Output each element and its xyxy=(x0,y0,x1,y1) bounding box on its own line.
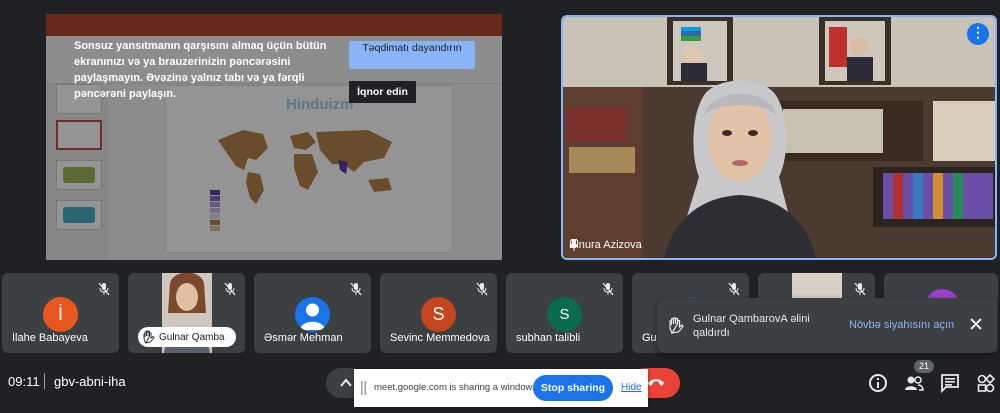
speaker-tile[interactable]: ⋮ Elnura Azizova xyxy=(561,15,997,260)
speaker-video xyxy=(563,17,995,258)
participant-tile[interactable]: İ İlahe Babayeva xyxy=(2,273,119,353)
current-time: 09:11 xyxy=(8,374,40,389)
avatar: İ xyxy=(43,297,78,332)
divider xyxy=(44,373,45,389)
person-icon xyxy=(300,303,325,330)
hand-icon xyxy=(143,330,155,344)
ignore-button[interactable]: İqnor edin xyxy=(349,81,416,103)
mic-off-icon xyxy=(854,282,866,296)
mic-off-icon xyxy=(350,282,362,296)
mic-off-icon xyxy=(476,282,488,296)
mic-off-icon xyxy=(224,282,236,296)
end-call-icon xyxy=(648,379,664,386)
participant-tile[interactable]: S Sevinc Memmedova xyxy=(380,273,497,353)
hand-icon xyxy=(669,317,684,334)
participant-tile[interactable]: S subhan talibli xyxy=(506,273,623,353)
participant-name: Gu xyxy=(642,332,657,344)
hide-link[interactable]: Hide xyxy=(621,382,642,393)
screen-share-bar: meet.google.com is sharing a window. Sto… xyxy=(354,369,648,407)
avatar: S xyxy=(547,297,582,332)
participant-count-badge: 21 xyxy=(914,360,934,373)
speaker-name-label: Elnura Azizova xyxy=(569,239,642,251)
avatar: S xyxy=(421,297,456,332)
activities-icon[interactable] xyxy=(976,373,996,393)
participant-name: subhan talibli xyxy=(516,332,581,344)
raised-hand-notification: Gulnar QambarovA əlini qaldırdı Növbə si… xyxy=(657,298,997,353)
avatar xyxy=(295,297,330,332)
participant-tile[interactable]: Əsmər Mehman xyxy=(254,273,371,353)
close-icon[interactable] xyxy=(969,317,983,331)
chat-icon[interactable] xyxy=(940,373,960,393)
presentation-tile: Hinduizm Sonsuz yansıtmanın qarşısını al… xyxy=(46,14,502,260)
infinite-mirror-warning: Sonsuz yansıtmanın qarşısını almaq üçün … xyxy=(74,40,327,100)
notification-message: Gulnar QambarovA əlini qaldırdı xyxy=(693,313,810,339)
meeting-code: gbv-abni-iha xyxy=(54,374,126,389)
open-queue-link[interactable]: Növbə siyahısını açın xyxy=(849,319,954,331)
participant-name: Gulnar Qamba xyxy=(159,331,225,343)
mic-off-icon xyxy=(602,282,614,296)
mic-off-icon xyxy=(728,282,740,296)
participant-name: Sevinc Memmedova xyxy=(390,332,490,344)
participant-tile[interactable]: Gulnar Qamba xyxy=(128,273,245,353)
stop-presenting-button[interactable]: Təqdimatı dayandırın xyxy=(349,41,475,69)
people-icon[interactable] xyxy=(904,373,924,393)
stop-sharing-button[interactable]: Stop sharing xyxy=(533,375,613,401)
info-icon[interactable] xyxy=(868,373,888,393)
participant-name: İlahe Babayeva xyxy=(12,332,88,344)
raised-hand-badge: Gulnar Qamba xyxy=(138,327,236,347)
sharing-message: meet.google.com is sharing a window. xyxy=(374,382,535,393)
participant-name: Əsmər Mehman xyxy=(264,332,343,344)
more-options-icon[interactable]: ⋮ xyxy=(967,23,989,45)
pin-icon[interactable] xyxy=(569,239,579,251)
mic-off-icon xyxy=(98,282,110,296)
drag-handle-icon[interactable] xyxy=(361,381,366,395)
